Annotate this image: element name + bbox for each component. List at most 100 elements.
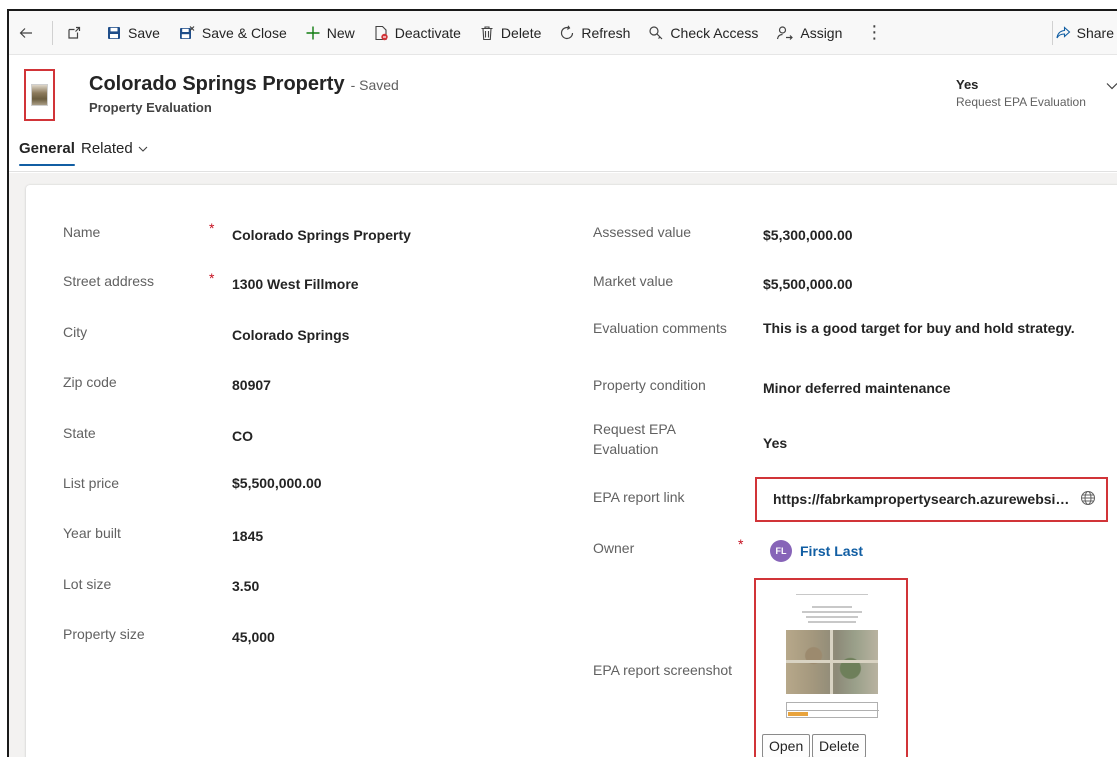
epa-report-link-field[interactable]: https://fabrkampropertysearch.azurewebsi… [755, 477, 1108, 522]
open-in-new-window-icon [68, 26, 81, 39]
field-label-request-epa-evaluation: Request EPA Evaluation [593, 421, 676, 457]
delete-button[interactable]: Delete [470, 11, 550, 55]
field-label-zip-code: Zip code [63, 374, 117, 390]
command-bar: Save Save & Close New Deactivate Delete … [9, 11, 1117, 55]
new-button[interactable]: New [296, 11, 364, 55]
aerial-map-image [786, 630, 878, 694]
header-field-request-epa: Yes Request EPA Evaluation [956, 77, 1086, 109]
assign-button[interactable]: Assign [767, 11, 851, 55]
refresh-button[interactable]: Refresh [550, 11, 639, 55]
new-label: New [326, 24, 355, 41]
header-field-value: Yes [956, 77, 979, 92]
field-value-city[interactable]: Colorado Springs [232, 325, 349, 345]
field-value-property-condition[interactable]: Minor deferred maintenance [763, 378, 951, 398]
form-section: Name * Colorado Springs Property Street … [26, 185, 1117, 757]
tab-list: General Related [9, 134, 1117, 172]
doc-text-line [796, 594, 868, 595]
epa-report-image[interactable] [772, 586, 892, 730]
field-label-property-condition: Property condition [593, 377, 706, 393]
field-value-evaluation-comments[interactable]: This is a good target for buy and hold s… [763, 318, 1075, 338]
doc-table [786, 702, 879, 718]
field-label-street-address: Street address [63, 273, 155, 289]
required-indicator: * [209, 220, 215, 236]
check-access-button[interactable]: Check Access [639, 11, 767, 55]
app-window: Save Save & Close New Deactivate Delete … [7, 9, 1117, 757]
field-label-owner: Owner [593, 540, 635, 556]
doc-text-line [812, 606, 852, 608]
field-label-name: Name [63, 224, 101, 240]
owner-name-link[interactable]: First Last [800, 543, 863, 559]
save-label: Save [128, 24, 160, 41]
save-and-close-button[interactable]: Save & Close [169, 11, 296, 55]
save-close-icon [179, 25, 195, 39]
field-value-property-size[interactable]: 45,000 [232, 627, 275, 647]
doc-text-line [808, 621, 856, 623]
delete-screenshot-button[interactable]: Delete [812, 734, 867, 757]
field-label-epa-report-screenshot: EPA report screenshot [593, 662, 733, 678]
share-label: Share [1076, 25, 1114, 41]
record-title-text: Colorado Springs Property [89, 73, 345, 95]
deactivate-label: Deactivate [394, 24, 461, 41]
more-commands-button[interactable]: ⋮ [851, 11, 897, 55]
field-label-year-built: Year built [63, 525, 121, 541]
save-status: - Saved [350, 77, 399, 93]
save-icon [108, 26, 120, 39]
check-access-label: Check Access [670, 24, 759, 41]
open-screenshot-button[interactable]: Open [762, 734, 811, 757]
epa-report-link-url[interactable]: https://fabrkampropertysearch.azurewebsi… [773, 489, 1073, 509]
field-label-list-price: List price [63, 475, 120, 491]
field-value-lot-size[interactable]: 3.50 [232, 576, 259, 596]
field-label-city: City [63, 324, 88, 340]
deactivate-button[interactable]: Deactivate [364, 11, 470, 55]
field-label-lot-size: Lot size [63, 576, 112, 592]
form-area: Name * Colorado Springs Property Street … [9, 173, 1117, 757]
popout-button[interactable] [57, 11, 97, 55]
record-image[interactable] [24, 69, 55, 121]
field-label-evaluation-comments: Evaluation comments [593, 320, 727, 336]
field-value-request-epa-evaluation[interactable]: Yes [763, 433, 787, 453]
save-and-close-label: Save & Close [201, 24, 287, 41]
required-indicator: * [738, 536, 744, 552]
required-indicator: * [209, 270, 215, 286]
tab-related-label: Related [81, 140, 133, 157]
avatar: FL [770, 540, 792, 562]
delete-label: Delete [500, 24, 542, 41]
toolbar-divider [52, 20, 53, 45]
share-icon [1056, 26, 1070, 39]
chevron-down-icon [138, 146, 148, 152]
property-photo-thumbnail [31, 84, 48, 106]
globe-icon[interactable] [1080, 490, 1096, 506]
doc-text-line [806, 616, 858, 618]
assign-person-icon [777, 25, 794, 40]
arrow-left-icon [19, 27, 32, 38]
epa-report-screenshot-field: Open Delete [754, 578, 908, 757]
owner-lookup[interactable]: FL First Last [770, 540, 863, 562]
field-value-assessed-value[interactable]: $5,300,000.00 [763, 225, 853, 245]
header-expand-button[interactable] [1105, 79, 1117, 98]
trash-icon [481, 25, 493, 40]
field-value-street-address[interactable]: 1300 West Fillmore [232, 274, 359, 294]
tab-related[interactable]: Related [81, 140, 149, 157]
share-button[interactable]: Share [1046, 11, 1117, 55]
field-label-assessed-value: Assessed value [593, 224, 692, 240]
field-value-state[interactable]: CO [232, 426, 253, 446]
assign-label: Assign [800, 24, 843, 41]
field-value-list-price[interactable]: $5,500,000.00 [232, 473, 322, 493]
back-button[interactable] [9, 11, 48, 55]
save-button[interactable]: Save [97, 11, 169, 55]
field-label-epa-report-link: EPA report link [593, 489, 685, 505]
field-label-state: State [63, 425, 96, 441]
plus-icon [306, 26, 320, 39]
tab-general[interactable]: General [19, 140, 75, 166]
field-label-property-size: Property size [63, 626, 145, 642]
field-label-market-value: Market value [593, 273, 674, 289]
field-value-market-value[interactable]: $5,500,000.00 [763, 274, 853, 294]
record-header: Colorado Springs Property - Saved Propert… [9, 55, 1117, 143]
header-field-label: Request EPA Evaluation [956, 95, 1086, 109]
field-value-name[interactable]: Colorado Springs Property [232, 225, 411, 245]
field-value-year-built[interactable]: 1845 [232, 526, 263, 546]
entity-name: Property Evaluation [89, 100, 212, 115]
doc-table-highlight [788, 712, 808, 716]
key-search-icon [649, 25, 663, 39]
field-value-zip-code[interactable]: 80907 [232, 375, 271, 395]
